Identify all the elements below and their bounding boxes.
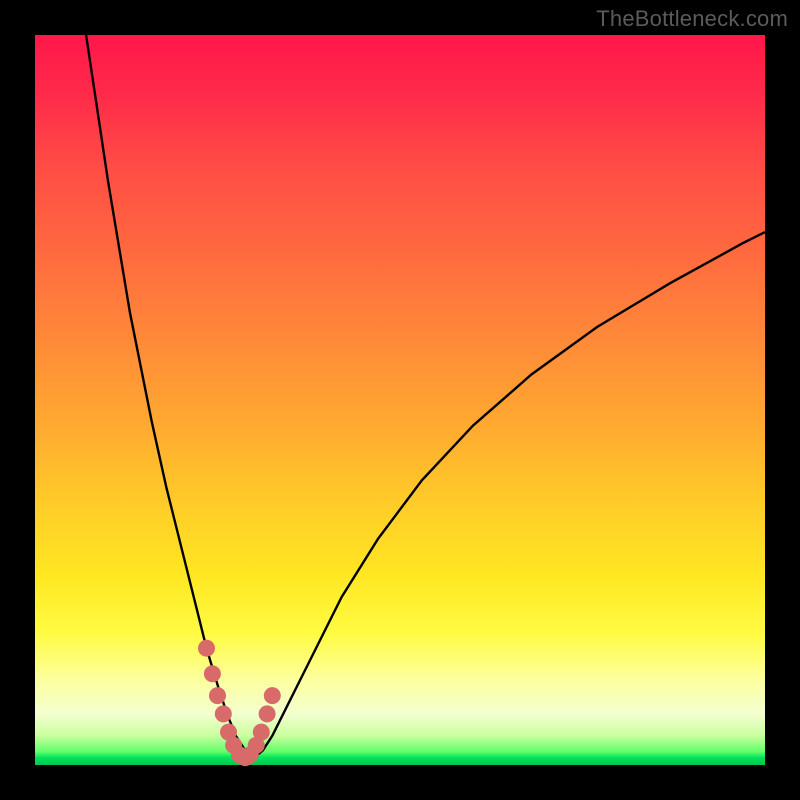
valley-marker <box>209 687 226 704</box>
curve-layer <box>35 35 765 765</box>
valley-marker <box>215 705 232 722</box>
valley-marker <box>253 724 270 741</box>
valley-marker <box>204 665 221 682</box>
chart-frame: TheBottleneck.com <box>0 0 800 800</box>
valley-marker <box>264 687 281 704</box>
watermark-text: TheBottleneck.com <box>596 6 788 32</box>
plot-area <box>35 35 765 765</box>
valley-marker <box>259 705 276 722</box>
valley-marker <box>198 640 215 657</box>
bottleneck-curve <box>86 35 765 758</box>
